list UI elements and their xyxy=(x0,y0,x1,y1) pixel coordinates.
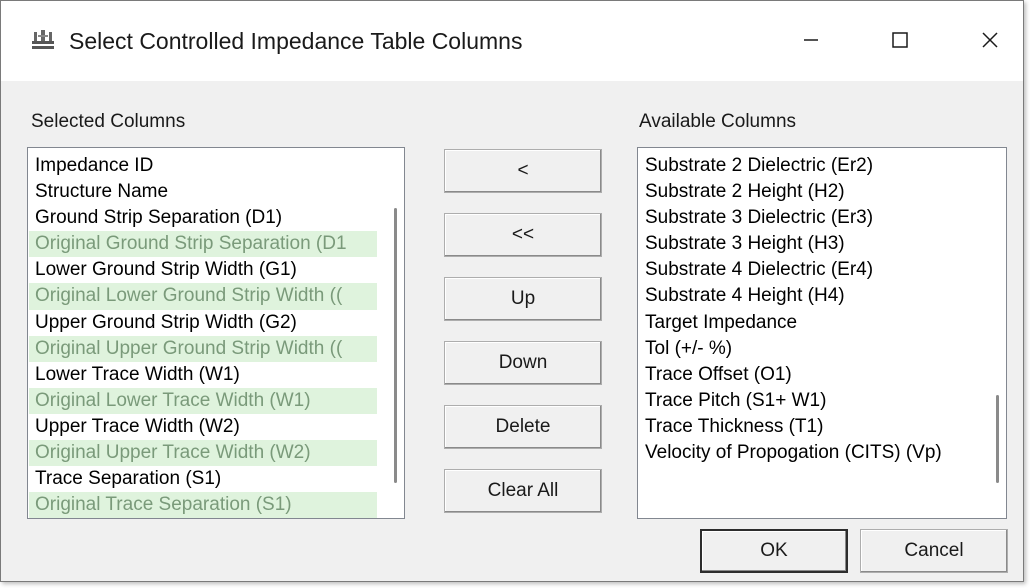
selected-list-item[interactable]: Original Trace Separation (S1) xyxy=(29,492,377,518)
remove-all-button[interactable]: << xyxy=(444,213,602,257)
selected-list-item[interactable]: Lower Trace Width (W1) xyxy=(29,362,377,388)
cancel-button[interactable]: Cancel xyxy=(860,529,1008,573)
selected-columns-label: Selected Columns xyxy=(31,111,186,132)
selected-list-item[interactable]: Original Upper Ground Strip Width (( xyxy=(29,335,377,362)
selected-list-item[interactable]: Upper Ground Strip Width (G2) xyxy=(29,310,377,336)
move-up-button[interactable]: Up xyxy=(444,277,602,321)
available-items-container: Substrate 2 Dielectric (Er2) Substrate 2 … xyxy=(639,153,979,466)
available-list-item[interactable]: Substrate 3 Height (H3) xyxy=(639,231,979,257)
available-list-item[interactable]: Velocity of Propogation (CITS) (Vp) xyxy=(639,440,979,466)
available-list-item[interactable]: Trace Thickness (T1) xyxy=(639,414,979,440)
available-list-item[interactable]: Substrate 2 Height (H2) xyxy=(639,179,979,205)
available-list-item[interactable]: Tol (+/- %) xyxy=(639,336,979,362)
remove-one-button[interactable]: < xyxy=(444,149,602,193)
available-list-item[interactable]: Substrate 4 Dielectric (Er4) xyxy=(639,257,979,283)
selected-list-item[interactable]: Original Lower Trace Width (W1) xyxy=(29,387,377,414)
available-list-item[interactable]: Substrate 3 Dielectric (Er3) xyxy=(639,205,979,231)
selected-list-item[interactable]: Upper Trace Width (W2) xyxy=(29,414,377,440)
clear-all-button[interactable]: Clear All xyxy=(444,469,602,513)
minimize-icon xyxy=(804,39,818,41)
move-down-button[interactable]: Down xyxy=(444,341,602,385)
delete-button[interactable]: Delete xyxy=(444,405,602,449)
dialog-window: Select Controlled Impedance Table Column… xyxy=(0,0,1024,582)
selected-list-item[interactable]: Impedance ID xyxy=(29,153,377,179)
available-list-item[interactable]: Substrate 2 Dielectric (Er2) xyxy=(639,153,979,179)
selected-list-item[interactable]: Original Upper Trace Width (W2) xyxy=(29,440,377,467)
selected-scroll-thumb[interactable] xyxy=(394,208,397,483)
selected-list-item[interactable]: Ground Strip Separation (D1) xyxy=(29,205,377,231)
available-scrollbar[interactable] xyxy=(990,150,1004,516)
available-list-item[interactable]: Trace Offset (O1) xyxy=(639,362,979,388)
available-columns-list[interactable]: Substrate 2 Dielectric (Er2) Substrate 2 … xyxy=(637,147,1007,519)
close-icon xyxy=(982,32,998,48)
selected-items-container: Impedance ID Structure Name Ground Strip S… xyxy=(29,153,377,518)
available-list-item[interactable]: Target Impedance xyxy=(639,310,979,336)
selected-list-item[interactable]: Original Lower Ground Strip Width (( xyxy=(29,283,377,310)
available-list-item[interactable]: Substrate 4 Height (H4) xyxy=(639,283,979,309)
maximize-icon xyxy=(892,32,908,48)
window-title: Select Controlled Impedance Table Column… xyxy=(69,28,523,54)
minimize-button[interactable] xyxy=(788,19,834,61)
available-list-item[interactable]: Trace Pitch (S1+ W1) xyxy=(639,388,979,414)
selected-list-item[interactable]: Lower Ground Strip Width (G1) xyxy=(29,257,377,283)
close-button[interactable] xyxy=(967,19,1013,61)
ok-button[interactable]: OK xyxy=(700,529,848,573)
selected-list-item[interactable]: Original Ground Strip Separation (D1 xyxy=(29,231,377,258)
table-columns-icon xyxy=(32,30,54,49)
available-columns-label: Available Columns xyxy=(639,111,797,132)
maximize-button[interactable] xyxy=(877,19,923,61)
title-bar[interactable]: Select Controlled Impedance Table Column… xyxy=(1,1,1023,81)
selected-scrollbar[interactable] xyxy=(388,150,402,516)
selected-list-item[interactable]: Structure Name xyxy=(29,179,377,205)
selected-columns-list[interactable]: Impedance ID Structure Name Ground Strip S… xyxy=(27,147,405,519)
selected-list-item[interactable]: Trace Separation (S1) xyxy=(29,466,377,492)
available-scroll-thumb[interactable] xyxy=(996,395,999,483)
